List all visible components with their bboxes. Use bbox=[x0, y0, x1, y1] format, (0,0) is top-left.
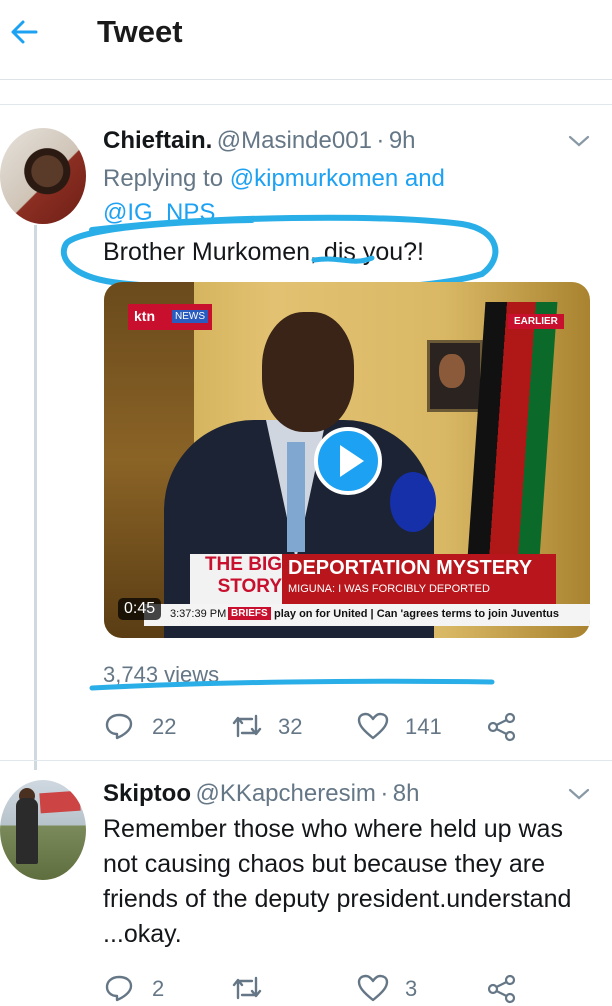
arrow-left-icon bbox=[11, 20, 38, 44]
thread-line bbox=[34, 225, 37, 770]
news-ticker: 3:37:39 PM BRIEFS play on for United | C… bbox=[144, 604, 590, 626]
mention-link[interactable]: @kipmurkomen bbox=[230, 165, 398, 192]
retweet-button[interactable] bbox=[230, 970, 290, 1006]
video-frame-microphone bbox=[390, 472, 436, 532]
tweet-menu-button[interactable] bbox=[567, 133, 591, 154]
page-title: Tweet bbox=[97, 14, 183, 49]
replying-and[interactable]: and bbox=[405, 165, 445, 192]
chevron-down-icon bbox=[568, 788, 590, 800]
avatar-background-sign bbox=[39, 790, 81, 814]
tweet-menu-button[interactable] bbox=[567, 786, 591, 807]
app-header: Tweet bbox=[0, 0, 612, 64]
previous-tweet-remnant bbox=[0, 66, 612, 78]
heart-icon bbox=[357, 974, 389, 1002]
reply-icon bbox=[105, 975, 133, 1002]
share-button[interactable] bbox=[486, 708, 526, 744]
reply-count: 2 bbox=[152, 976, 165, 1001]
avatar[interactable] bbox=[0, 780, 86, 880]
video-frame-portrait-face bbox=[439, 354, 465, 388]
video-frame-tie bbox=[287, 442, 305, 552]
retweet-count: 32 bbox=[278, 714, 303, 739]
separator-dot: · bbox=[376, 127, 385, 154]
retweet-button[interactable]: 32 bbox=[230, 708, 320, 744]
like-button[interactable]: 3 bbox=[357, 970, 447, 1006]
header-divider bbox=[0, 79, 612, 80]
reply-button[interactable]: 2 bbox=[104, 970, 184, 1006]
reply-count: 22 bbox=[152, 714, 177, 739]
highlight-underline bbox=[89, 678, 495, 691]
retweet-icon bbox=[232, 714, 262, 738]
divider bbox=[0, 760, 612, 761]
video-player[interactable]: ktn NEWS EARLIER THE BIG STORY DEPORTATIO… bbox=[104, 282, 590, 638]
channel-logo: ktn NEWS bbox=[128, 304, 212, 330]
chevron-down-icon bbox=[568, 135, 590, 147]
avatar-person bbox=[16, 798, 38, 864]
reply-icon bbox=[105, 713, 133, 740]
video-duration: 0:45 bbox=[118, 598, 162, 620]
tweet-time: 8h bbox=[392, 780, 420, 807]
tweet-header: Chieftain. @Masinde001 · 9h bbox=[103, 127, 416, 155]
user-handle[interactable]: @Masinde001 bbox=[217, 127, 372, 154]
share-button[interactable] bbox=[486, 970, 526, 1006]
divider bbox=[0, 104, 612, 105]
play-icon bbox=[340, 445, 364, 477]
earlier-badge: EARLIER bbox=[508, 314, 564, 329]
display-name[interactable]: Skiptoo bbox=[103, 780, 191, 807]
back-button[interactable] bbox=[6, 14, 42, 50]
user-handle[interactable]: @KKapcheresim bbox=[195, 780, 375, 807]
news-headline: DEPORTATION MYSTERY MIGUNA: I WAS FORCIB… bbox=[282, 554, 556, 604]
retweet-icon bbox=[232, 976, 262, 1000]
reply-button[interactable]: 22 bbox=[104, 708, 194, 744]
tweet-text: Remember those who where held up was not… bbox=[103, 815, 572, 948]
heart-icon bbox=[357, 712, 389, 740]
tweet-time: 9h bbox=[388, 127, 416, 154]
like-button[interactable]: 141 bbox=[357, 708, 457, 744]
separator-dot: · bbox=[380, 780, 389, 807]
display-name[interactable]: Chieftain. bbox=[103, 127, 212, 154]
tweet-header: Skiptoo @KKapcheresim · 8h bbox=[103, 780, 420, 808]
share-icon bbox=[487, 712, 516, 742]
video-frame-head bbox=[262, 312, 354, 432]
like-count: 3 bbox=[405, 976, 418, 1001]
big-story-label: THE BIG STORY bbox=[190, 554, 288, 604]
replying-prefix: Replying to bbox=[103, 165, 224, 192]
like-count: 141 bbox=[405, 714, 442, 739]
